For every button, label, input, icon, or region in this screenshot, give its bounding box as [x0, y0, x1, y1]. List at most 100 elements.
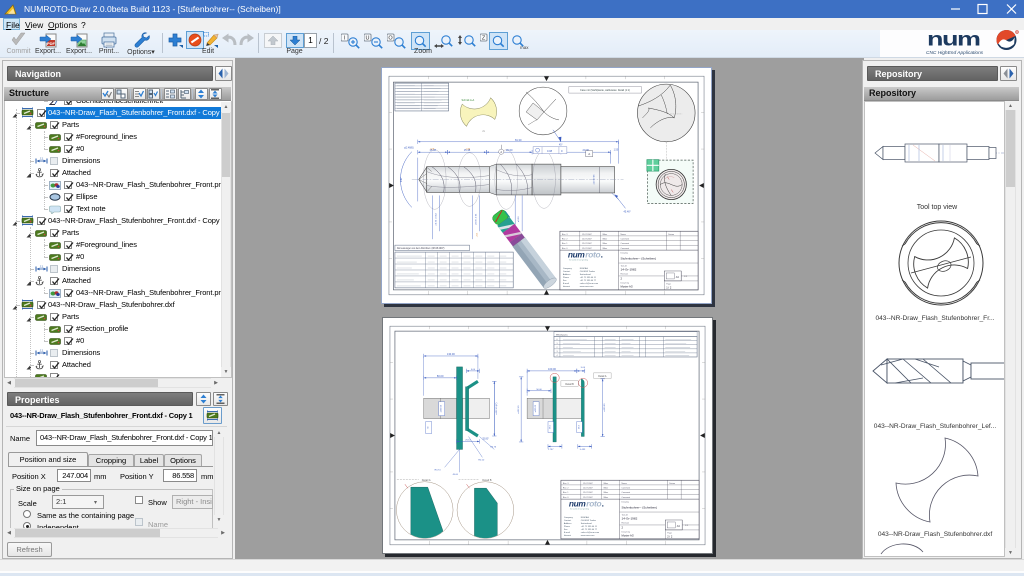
svg-text:Comment: Comment [622, 496, 631, 499]
svg-text:12.07.2007: 12.07.2007 [583, 487, 593, 489]
svg-text:Comment: Comment [621, 237, 630, 240]
svg-text:NUM AG: NUM AG [580, 267, 589, 270]
svg-text:max: max [520, 45, 529, 50]
svg-text:+41 71 335 04 77: +41 71 335 04 77 [581, 529, 598, 531]
svg-text:num: num [568, 250, 586, 260]
svg-text:sales.ch@num.com: sales.ch@num.com [580, 283, 599, 285]
svg-text:140°: 140° [399, 177, 403, 182]
svg-text:CH-9053 Teufen: CH-9053 Teufen [581, 520, 597, 522]
svg-text:Tool top view: Tool top view [917, 204, 958, 211]
svg-text:Rev. 3: Rev. 3 [563, 483, 569, 485]
svg-text:14-Gr-1982: 14-Gr-1982 [622, 516, 638, 520]
svg-text:Comment: Comment [621, 242, 630, 245]
svg-text:5.00: 5.00 [471, 369, 476, 371]
svg-text:Abmessungen vor dem Abrichten:: Abmessungen vor dem Abrichten: (08.08.20… [397, 247, 445, 250]
svg-text:.: . [601, 250, 603, 260]
svg-text:0.08: 0.08 [547, 149, 553, 153]
svg-text:1.50: 1.50 [614, 149, 619, 152]
svg-text:80.00: 80.00 [437, 374, 444, 378]
svg-text:⌀152.40 (6"): ⌀152.40 (6") [495, 402, 498, 414]
svg-text:Rev. 1: Rev. 1 [562, 243, 568, 245]
svg-text:www.num.com: www.num.com [580, 286, 594, 288]
svg-text:3: 3 [556, 351, 557, 353]
svg-text:+41 71 335 04 11: +41 71 335 04 11 [580, 277, 597, 279]
svg-text:2 / 2: 2 / 2 [667, 534, 673, 538]
svg-text:Name: Name [622, 483, 627, 485]
svg-text:100.00: 100.00 [548, 367, 556, 371]
svg-text:R0.10: R0.10 [478, 459, 485, 461]
svg-text:5.00: 5.00 [581, 367, 586, 369]
svg-text:www.num.com: www.num.com [581, 535, 595, 537]
svg-text:Name: Name [621, 234, 626, 236]
svg-text:Drawn by: Drawn by [622, 531, 630, 533]
svg-text:Fase mit (Stahl)kante, wahlwei: Fase mit (Stahl)kante, wahlweise: Detail… [580, 89, 630, 92]
svg-text:the world of tool grinding: the world of tool grinding [569, 259, 588, 262]
svg-text:Comment: Comment [621, 247, 630, 250]
svg-text:⌀8.00 -0.05: ⌀8.00 -0.05 [474, 213, 477, 225]
svg-text:A: A [588, 152, 590, 156]
svg-text:Address: Address [563, 273, 571, 276]
svg-text:Rev. 3: Rev. 3 [562, 234, 568, 236]
svg-text:Comment: Comment [622, 486, 631, 489]
svg-text:20.00: 20.00 [506, 148, 513, 152]
svg-text:roto: roto [586, 499, 601, 509]
svg-text:Drawing: Drawing [621, 253, 628, 255]
svg-text:130.00: 130.00 [447, 352, 455, 356]
svg-text:Company: Company [564, 517, 574, 519]
svg-text:12.07.2007: 12.07.2007 [582, 243, 592, 245]
svg-text:Mber: Mber [604, 497, 609, 499]
svg-text:Switzerland: Switzerland [581, 522, 593, 525]
svg-text:Schnitt A-A: Schnitt A-A [462, 98, 475, 102]
svg-text:the world of tool grinding: the world of tool grinding [570, 508, 589, 511]
svg-text:Mber: Mber [603, 243, 608, 245]
svg-text:E-mail: E-mail [564, 532, 570, 534]
svg-text:1: 1 [556, 343, 557, 345]
svg-text:+0.05: +0.05 [430, 149, 434, 151]
svg-text:Detail A: Detail A [598, 375, 607, 378]
svg-text:Contact: Contact [563, 270, 571, 273]
svg-text:12.07.2007: 12.07.2007 [583, 492, 593, 494]
svg-text:2: 2 [556, 347, 557, 349]
svg-text:Detail A: Detail A [422, 478, 431, 482]
svg-text:+0.01: +0.01 [476, 233, 478, 237]
svg-text:1.787: 1.787 [548, 449, 554, 451]
svg-text:81.30: 81.30 [515, 138, 522, 142]
svg-text:Rev. 2: Rev. 2 [563, 487, 569, 489]
svg-text:25.00°: 25.00° [482, 438, 489, 440]
svg-text:⌀200.00: ⌀200.00 [440, 404, 443, 412]
svg-text:Mber: Mber [604, 483, 609, 485]
svg-text:043--NR-Draw_Flash_Stufenbohre: 043--NR-Draw_Flash_Stufenbohrer_Fr... [875, 315, 994, 322]
svg-text:Mber: Mber [603, 234, 608, 236]
svg-text:45.40°: 45.40° [624, 210, 631, 213]
svg-text:Detail B: Detail B [482, 478, 491, 482]
svg-text:⌀10.00 h6: ⌀10.00 h6 [593, 174, 596, 185]
svg-text:⌀(2.4685): ⌀(2.4685) [404, 147, 414, 150]
svg-text:Switzerland: Switzerland [580, 273, 592, 276]
svg-text:Muster AG: Muster AG [621, 284, 633, 288]
svg-text:0: 0 [556, 339, 557, 341]
svg-text:Muster AG: Muster AG [622, 533, 634, 537]
svg-text:Revision: Revision [621, 273, 629, 275]
svg-text:Rev. 2: Rev. 2 [562, 238, 568, 240]
svg-text:Stufenbohrer-- (Scheiben): Stufenbohrer-- (Scheiben) [622, 506, 658, 510]
svg-text:⌀9.00: ⌀9.00 [517, 216, 520, 222]
svg-text:Datum: Datum [669, 482, 675, 485]
svg-text:+41 71 335 04 11: +41 71 335 04 11 [581, 526, 598, 528]
svg-text:⌀6.35 -0.012: ⌀6.35 -0.012 [435, 212, 438, 225]
svg-text:12.07.2007: 12.07.2007 [582, 238, 592, 240]
svg-text:Internet: Internet [564, 534, 571, 537]
svg-text:Revision: Revision [622, 522, 630, 524]
svg-text:⌀150.00: ⌀150.00 [603, 403, 606, 412]
svg-text:Drawn by: Drawn by [621, 282, 629, 284]
svg-text:C: C [561, 149, 563, 153]
svg-text:Contact: Contact [564, 519, 572, 522]
svg-text:11: 11 [40, 265, 43, 269]
svg-text:Page: Page [666, 283, 671, 285]
svg-text:Mber: Mber [604, 492, 609, 494]
svg-text:Rev. 1: Rev. 1 [563, 492, 569, 494]
svg-text:043--NR-Draw_Flash_Stufenbohre: 043--NR-Draw_Flash_Stufenbohrer.dxf [878, 531, 993, 538]
svg-text:Mber: Mber [604, 487, 609, 489]
svg-text:Phone: Phone [564, 526, 571, 528]
svg-text:num: num [569, 499, 587, 509]
svg-text:A3: A3 [677, 524, 681, 528]
